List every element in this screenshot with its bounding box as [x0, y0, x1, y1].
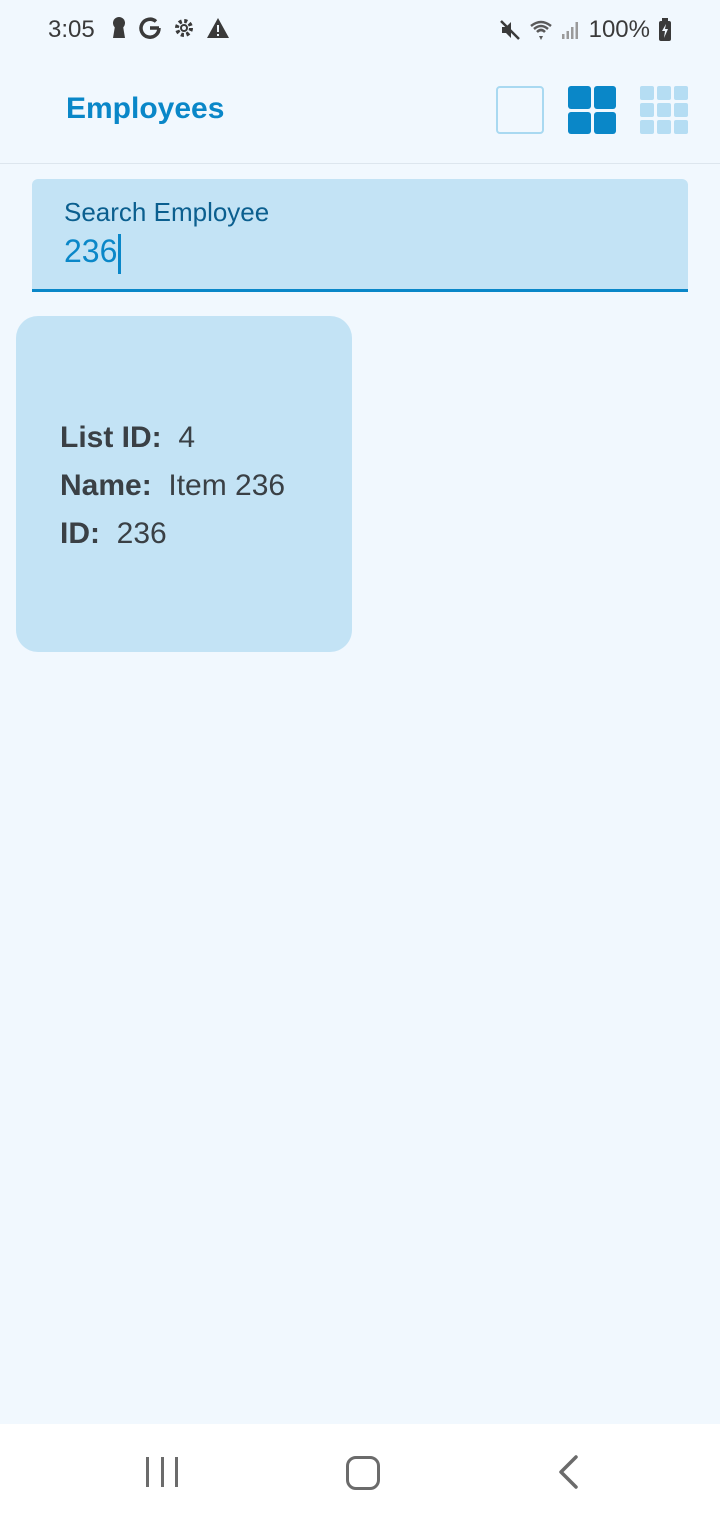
- settings-icon: [175, 19, 193, 37]
- grid-cell: [674, 120, 688, 134]
- three-column-layout-button[interactable]: [640, 86, 688, 134]
- wifi-icon: [529, 20, 552, 40]
- status-right: 100%: [499, 16, 672, 44]
- battery-percentage: 100%: [588, 16, 650, 43]
- google-icon: [139, 17, 161, 39]
- id-value: 236: [116, 517, 167, 550]
- grid-cell: [593, 86, 616, 109]
- grid-cell: [640, 120, 654, 134]
- grid-cell: [640, 103, 654, 117]
- battery-charging-icon: [659, 18, 671, 41]
- recent-apps-button[interactable]: [146, 1454, 178, 1490]
- home-button[interactable]: [346, 1456, 380, 1490]
- name-label: Name:: [60, 469, 152, 502]
- back-icon: [559, 1455, 578, 1489]
- two-column-layout-button[interactable]: [568, 86, 616, 134]
- grid-cell: [674, 86, 688, 100]
- warning-icon: [207, 18, 229, 38]
- search-input[interactable]: Search Employee 236: [32, 179, 688, 292]
- grid-cell: [593, 111, 616, 134]
- search-label: Search Employee: [64, 197, 270, 227]
- app-bar: Employees: [0, 58, 720, 164]
- status-time: 3:05: [48, 16, 95, 43]
- recent-apps-bar: [160, 1457, 164, 1487]
- text-cursor: [118, 233, 122, 274]
- status-left-icons: [110, 16, 230, 40]
- grid-cell: [640, 86, 654, 100]
- list-id-value: 4: [178, 421, 196, 454]
- single-column-layout-button[interactable]: [496, 86, 544, 134]
- recent-apps-bar: [146, 1457, 149, 1487]
- mute-icon: [499, 20, 520, 40]
- list-id-row: List ID: 4: [60, 418, 285, 466]
- grid-cell: [657, 120, 671, 134]
- id-row: ID: 236: [60, 514, 285, 562]
- grid-cell: [674, 103, 688, 117]
- system-nav-bar: [0, 1424, 720, 1520]
- page-title: Employees: [66, 92, 225, 125]
- employee-card[interactable]: List ID: 4 Name: Item 236 ID: 236: [16, 316, 352, 652]
- back-button[interactable]: [556, 1454, 580, 1490]
- recent-apps-bar: [175, 1457, 178, 1487]
- status-bar: 3:05 100%: [0, 0, 720, 58]
- signal-icon: [561, 22, 578, 39]
- employee-card-content: List ID: 4 Name: Item 236 ID: 236: [60, 418, 285, 562]
- grid-cell: [657, 86, 671, 100]
- grid-cell: [568, 111, 591, 134]
- name-value: Item 236: [168, 469, 286, 502]
- grid-cell: [568, 86, 591, 109]
- list-id-label: List ID:: [60, 421, 162, 454]
- id-label: ID:: [60, 517, 100, 550]
- keyhole-icon: [113, 17, 125, 38]
- grid-cell: [657, 103, 671, 117]
- search-value[interactable]: 236: [64, 233, 122, 274]
- search-text: 236: [64, 233, 118, 269]
- name-row: Name: Item 236: [60, 466, 285, 514]
